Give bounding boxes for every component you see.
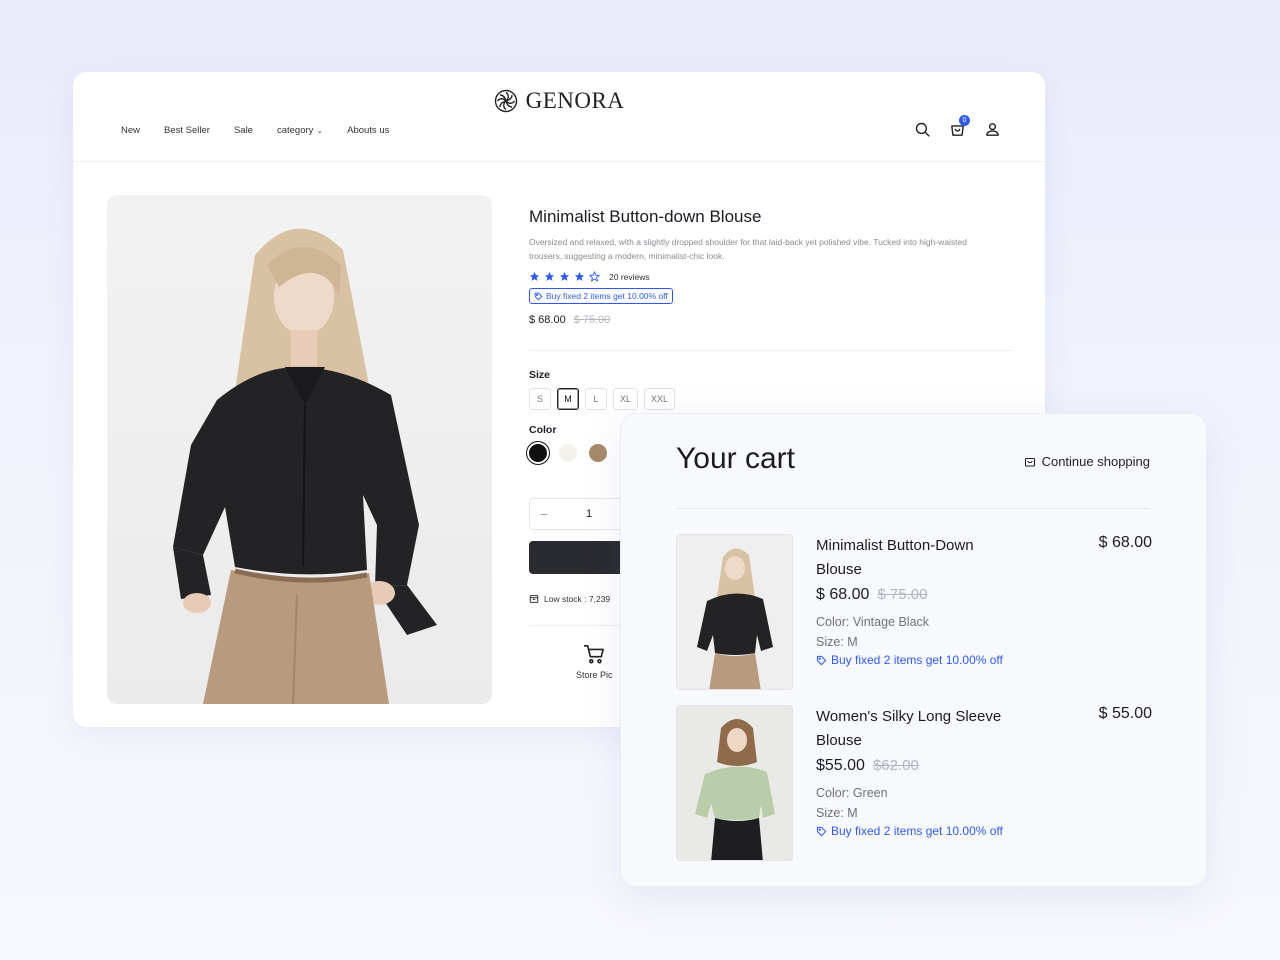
cart-item-prices: $ 68.00 $ 75.00 (816, 586, 1016, 604)
tag-icon (816, 655, 827, 665)
product-rating: 20 reviews (529, 271, 1014, 282)
size-label: Size (529, 368, 551, 381)
logo-icon (494, 89, 517, 113)
product-title: Minimalist Button-down Blouse (529, 207, 762, 226)
header-actions: 0 (914, 115, 1001, 138)
color-swatch-ivory[interactable] (559, 443, 577, 462)
model-thumbnail (677, 706, 792, 860)
cart-item-color: Color: Vintage Black (816, 615, 930, 629)
price-current: $ 68.00 (529, 313, 566, 326)
cart-button[interactable]: 0 (949, 115, 970, 138)
cart-count-badge: 0 (959, 115, 970, 126)
search-icon[interactable] (914, 121, 931, 138)
cart-item-promo: Buy fixed 2 items get 10.00% off (816, 653, 1016, 667)
cart-item-total: $ 55.00 (1098, 705, 1152, 722)
cart-item: Women's Silky Long Sleeve Blouse $55.00 … (676, 705, 1152, 861)
box-icon (529, 595, 539, 603)
review-count[interactable]: 20 reviews (609, 272, 650, 282)
size-option-m[interactable]: M (557, 387, 579, 410)
product-description: Oversized and relaxed, with a slightly d… (529, 237, 967, 261)
size-options: S M L XL XXL (529, 387, 1014, 410)
stock-text: Low stock : 7,239 (544, 594, 611, 604)
cart-item-details: Women's Silky Long Sleeve Blouse $55.00 … (816, 705, 1016, 838)
color-swatch-tan[interactable] (589, 443, 607, 462)
brand-name: GENORA (525, 88, 625, 113)
size-option-xl[interactable]: XL (613, 387, 639, 410)
nav-item-category[interactable]: category ⌄ (277, 125, 323, 136)
price-original: $ 75.00 (573, 313, 611, 326)
cart-panel: Your cart Continue shopping Minimalist B… (620, 413, 1207, 887)
shopping-cart-icon (584, 645, 605, 664)
size-option-l[interactable]: L (585, 387, 607, 410)
star-filled-icon (544, 271, 555, 281)
continue-shopping-link[interactable]: Continue shopping (1024, 454, 1150, 469)
cart-item-promo-text: Buy fixed 2 items get 10.00% off (831, 653, 1003, 667)
cart-item-price: $55.00 (816, 757, 865, 774)
qty-value[interactable]: 1 (586, 508, 592, 520)
product-image[interactable] (107, 195, 492, 704)
cart-item-size: Size: M (816, 806, 858, 820)
qty-decrease-button[interactable]: − (540, 507, 548, 522)
model-thumbnail (677, 535, 792, 689)
price-row: $ 68.00 $ 75.00 (529, 314, 1014, 326)
info-divider (529, 349, 1013, 351)
tag-icon (534, 292, 543, 301)
cart-item-image[interactable] (676, 705, 793, 861)
promo-text: Buy fixed 2 items get 10.00% off (546, 291, 668, 301)
store-pickup-option[interactable]: Store Pic (576, 644, 613, 680)
bag-icon (1024, 457, 1035, 467)
chevron-down-icon: ⌄ (316, 126, 324, 135)
cart-item-color: Color: Green (816, 786, 888, 800)
star-filled-icon (574, 271, 585, 281)
nav-item-sale[interactable]: Sale (234, 125, 253, 136)
color-swatch-black[interactable] (529, 443, 547, 462)
size-option-xxl[interactable]: XXL (644, 387, 676, 410)
model-illustration (173, 228, 437, 704)
brand-logo[interactable]: GENORA (73, 88, 1045, 114)
cart-item-name[interactable]: Women's Silky Long Sleeve Blouse (816, 705, 1016, 753)
cart-item-size: Size: M (816, 635, 858, 649)
nav-item-best-seller[interactable]: Best Seller (164, 125, 210, 136)
tag-icon (816, 826, 827, 836)
cart-item-price-original: $62.00 (872, 757, 919, 774)
star-empty-icon (589, 271, 600, 282)
star-filled-icon (529, 271, 540, 281)
cart-divider (676, 508, 1150, 509)
pickup-label: Store Pic (576, 670, 613, 680)
main-nav: New Best Seller Sale category ⌄ Abouts u… (121, 125, 389, 136)
cart-item-meta: Color: Green Size: M (816, 783, 1016, 823)
cart-item-meta: Color: Vintage Black Size: M (816, 612, 1016, 652)
cart-item-total: $ 68.00 (1098, 534, 1152, 551)
cart-title: Your cart (676, 442, 795, 475)
nav-item-new[interactable]: New (121, 125, 140, 136)
cart-item-promo-text: Buy fixed 2 items get 10.00% off (831, 824, 1003, 838)
header-divider (73, 161, 1045, 162)
cart-item-details: Minimalist Button-Down Blouse $ 68.00 $ … (816, 534, 1016, 667)
cart-item-image[interactable] (676, 534, 793, 690)
cart-item-price-original: $ 75.00 (877, 586, 928, 603)
star-filled-icon (559, 271, 570, 281)
cart-item-name[interactable]: Minimalist Button-Down Blouse (816, 534, 1016, 582)
cart-item-promo: Buy fixed 2 items get 10.00% off (816, 824, 1016, 838)
nav-item-about[interactable]: Abouts us (347, 125, 389, 136)
cart-item: Minimalist Button-Down Blouse $ 68.00 $ … (676, 534, 1152, 690)
user-icon[interactable] (984, 121, 1001, 138)
stock-status: Low stock : 7,239 (529, 594, 610, 604)
nav-item-category-label: category (276, 125, 314, 136)
cart-item-price: $ 68.00 (816, 586, 870, 603)
size-option-s[interactable]: S (529, 387, 551, 410)
cart-item-prices: $55.00 $62.00 (816, 757, 1016, 775)
promo-badge: Buy fixed 2 items get 10.00% off (529, 288, 673, 304)
continue-shopping-label: Continue shopping (1041, 454, 1150, 469)
